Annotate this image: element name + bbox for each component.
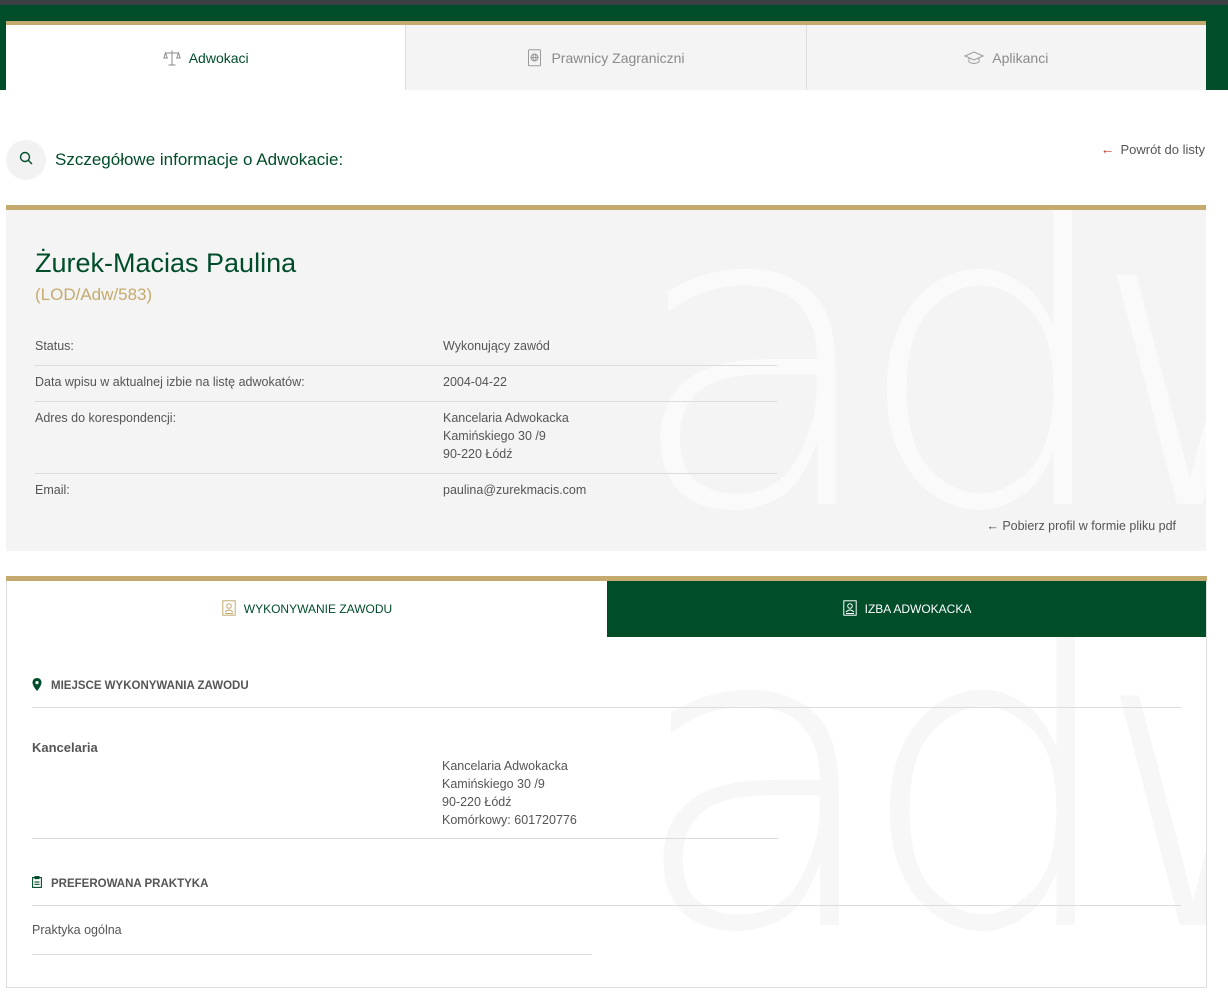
profile-card: adwp Żurek-Macias Paulina (LOD/Adw/583) … (6, 205, 1206, 551)
info-value: Wykonujący zawód (443, 339, 550, 353)
info-label: Adres do korespondencji: (35, 411, 177, 425)
scales-icon (162, 49, 181, 67)
tab-label: WYKONYWANIE ZAWODU (243, 602, 393, 616)
back-to-list-link[interactable]: ← Powrót do listy (1100, 141, 1205, 157)
back-link-label: Powrót do listy (1120, 141, 1205, 157)
info-row-email: Email: paulina@zurekmacis.com (35, 474, 777, 509)
tab-aplikanci[interactable]: Aplikanci (806, 25, 1206, 90)
info-row-entry-date: Data wpisu w aktualnej izbie na listę ad… (35, 366, 777, 402)
arrow-left-icon: ← (1100, 141, 1115, 157)
office-type: Kancelaria (32, 740, 98, 755)
lawyer-name: Żurek-Macias Paulina (35, 248, 297, 278)
id-badge-icon (222, 599, 236, 619)
section-heading-label: MIEJSCE WYKONYWANIA ZAWODU (51, 680, 249, 692)
info-value: Kancelaria Adwokacka Kamińskiego 30 /9 9… (443, 409, 569, 463)
profile-info-table: Status: Wykonujący zawód Data wpisu w ak… (35, 330, 777, 509)
divider (32, 905, 1181, 906)
info-row-status: Status: Wykonujący zawód (35, 330, 777, 366)
address-line: Kamińskiego 30 /9 (442, 777, 545, 791)
divider (32, 838, 778, 839)
page-title: Szczegółowe informacje o Adwokacie: (55, 150, 344, 169)
info-label: Data wpisu w aktualnej izbie na listę ad… (35, 375, 305, 389)
info-row-address: Adres do korespondencji: Kancelaria Adwo… (35, 402, 777, 474)
tab-izba-adwokacka[interactable]: IZBA ADWOKACKA (607, 581, 1206, 637)
details-panel: adwp WYKONYWANIE ZAWODU IZBA ADWOKACKA M… (6, 581, 1207, 988)
address-line: 90-220 Łódź (442, 795, 512, 809)
section-heading-label: PREFEROWANA PRAKTYKA (51, 877, 209, 890)
registration-number: (LOD/Adw/583) (35, 285, 153, 304)
address-line: Kamińskiego 30 /9 (443, 429, 546, 443)
email-link[interactable]: paulina@zurekmacis.com (443, 481, 586, 499)
search-icon (19, 151, 33, 170)
tab-label: Prawnicy Zagraniczni (551, 49, 685, 66)
divider (32, 707, 1181, 708)
map-pin-icon (32, 678, 42, 694)
phone-line: Komórkowy: 601720776 (442, 813, 577, 827)
details-tabs: WYKONYWANIE ZAWODU IZBA ADWOKACKA (7, 581, 1206, 637)
tab-prawnicy-zagraniczni[interactable]: Prawnicy Zagraniczni (406, 25, 807, 90)
practice-value: Praktyka ogólna (32, 923, 122, 937)
office-address: Kancelaria Adwokacka Kamińskiego 30 /9 9… (442, 757, 577, 829)
section-heading-practice: PREFEROWANA PRAKTYKA (32, 876, 208, 891)
globe-document-icon (527, 48, 543, 67)
watermark-logo: adwp (629, 581, 1206, 988)
tab-label: Adwokaci (188, 49, 249, 66)
info-value: 2004-04-22 (443, 375, 507, 389)
info-label: Email: (35, 483, 70, 497)
tab-label: Aplikanci (992, 49, 1049, 66)
download-pdf-link[interactable]: ← Pobierz profil w formie pliku pdf (986, 519, 1176, 533)
category-tabs: Adwokaci Prawnicy Zagraniczni Aplikanci (6, 25, 1206, 90)
tab-label: IZBA ADWOKACKA (864, 602, 972, 616)
address-line: 90-220 Łódź (443, 447, 513, 461)
address-line: Kancelaria Adwokacka (443, 411, 569, 425)
arrow-left-icon: ← (986, 519, 1003, 533)
address-line: Kancelaria Adwokacka (442, 759, 568, 773)
id-badge-icon (842, 599, 857, 619)
graduation-cap-icon (964, 50, 985, 66)
clipboard-icon (32, 876, 42, 891)
divider (32, 954, 592, 955)
tab-adwokaci[interactable]: Adwokaci (6, 25, 407, 90)
section-heading-place: MIEJSCE WYKONYWANIA ZAWODU (32, 678, 249, 694)
search-icon-badge (6, 140, 46, 180)
tab-wykonywanie-zawodu[interactable]: WYKONYWANIE ZAWODU (7, 581, 607, 637)
pdf-link-label: Pobierz profil w formie pliku pdf (1002, 519, 1176, 533)
info-label: Status: (35, 339, 74, 353)
